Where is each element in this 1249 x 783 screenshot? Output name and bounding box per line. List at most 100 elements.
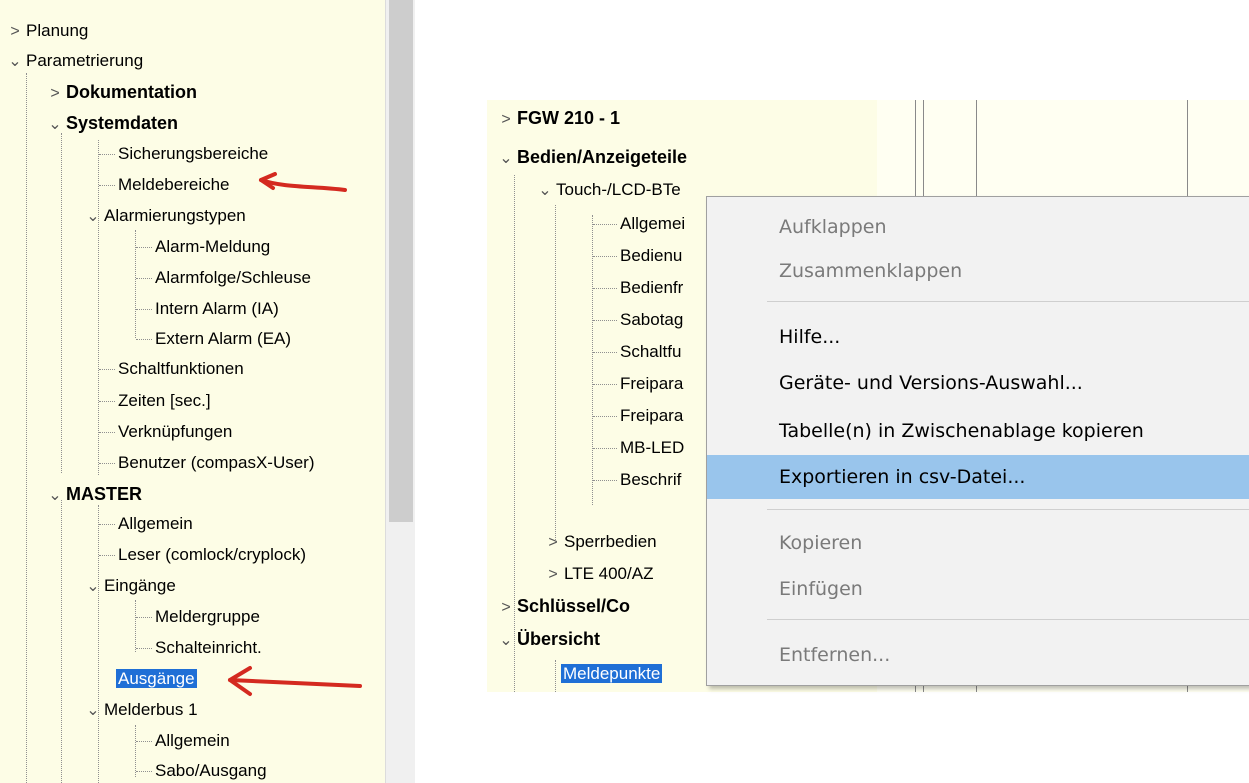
menu-item-tabelle-kopieren[interactable]: Tabelle(n) in Zwischenablage kopieren	[707, 409, 1249, 453]
tree-connector	[593, 416, 617, 417]
chevron-down-icon[interactable]: ⌄	[44, 111, 66, 139]
tree-connector	[593, 320, 617, 321]
tree-connector	[136, 278, 152, 279]
tree-item-fgw-210[interactable]: > FGW 210 - 1	[495, 104, 620, 132]
tree-connector	[99, 401, 115, 402]
tree-guide-line	[98, 140, 99, 475]
tree-item-allgemein[interactable]: Allgemei	[620, 210, 685, 238]
tree-item-meldebereiche[interactable]: Meldebereiche	[118, 171, 230, 199]
tree-connector	[593, 352, 617, 353]
chevron-right-icon[interactable]: >	[44, 80, 66, 108]
tree-connector	[593, 384, 617, 385]
tree-connector	[593, 480, 617, 481]
tree-connector	[593, 256, 617, 257]
tree-connector	[99, 524, 115, 525]
tree-item-melderbus-1[interactable]: ⌄ Melderbus 1	[82, 696, 197, 725]
menu-item-geraete-auswahl[interactable]: Geräte- und Versions-Auswahl...	[707, 361, 1249, 405]
tree-guide-line	[61, 133, 62, 473]
tree-connector	[136, 247, 152, 248]
tree-connector	[99, 463, 115, 464]
tree-item-sabotag[interactable]: Sabotag	[620, 306, 683, 334]
tree-guide-line	[61, 500, 62, 783]
tree-item-verknuepfungen[interactable]: Verknüpfungen	[118, 418, 232, 446]
tree-connector	[99, 154, 115, 155]
tree-item-benutzer[interactable]: Benutzer (compasX-User)	[118, 449, 315, 477]
tree-item-planung[interactable]: > Planung	[4, 17, 88, 45]
chevron-right-icon[interactable]: >	[495, 106, 517, 134]
tree-item-freipara-2[interactable]: Freipara	[620, 402, 683, 430]
tree-connector	[136, 339, 152, 340]
menu-item-zusammenklappen[interactable]: Zusammenklappen	[707, 249, 1249, 293]
tree-item-bedienfr[interactable]: Bedienfr	[620, 274, 683, 302]
menu-separator	[767, 619, 1249, 620]
chevron-right-icon[interactable]: >	[542, 561, 564, 589]
tree-item-sicherungsbereiche[interactable]: Sicherungsbereiche	[118, 140, 268, 168]
annotation-arrow-icon	[259, 172, 347, 192]
tree-item-intern-alarm[interactable]: Intern Alarm (IA)	[155, 295, 279, 323]
scrollbar-thumb[interactable]	[389, 0, 413, 522]
menu-item-entfernen[interactable]: Entfernen...	[707, 633, 1249, 677]
menu-item-einfuegen[interactable]: Einfügen	[707, 567, 1249, 611]
tree-item-alarm-meldung[interactable]: Alarm-Meldung	[155, 233, 270, 261]
menu-item-exportieren-csv[interactable]: Exportieren in csv-Datei...	[707, 455, 1249, 499]
tree-connector	[99, 185, 115, 186]
chevron-down-icon[interactable]: ⌄	[82, 203, 104, 231]
tree-item-meldergruppe[interactable]: Meldergruppe	[155, 603, 260, 631]
chevron-right-icon[interactable]: >	[4, 18, 26, 46]
tree-item-zeiten[interactable]: Zeiten [sec.]	[118, 387, 211, 415]
tree-item-alarmierungstypen[interactable]: ⌄ Alarmierungstypen	[82, 202, 245, 231]
tree-guide-line	[592, 215, 593, 505]
tree-item-lte-400[interactable]: > LTE 400/AZ	[542, 560, 653, 588]
tree-item-allgemein[interactable]: Allgemein	[118, 510, 193, 538]
chevron-down-icon[interactable]: ⌄	[44, 482, 66, 510]
tree-item-sperrbedien[interactable]: > Sperrbedien	[542, 528, 656, 557]
tree-item-bedienu[interactable]: Bedienu	[620, 242, 682, 270]
chevron-down-icon[interactable]: ⌄	[495, 145, 517, 173]
tree-item-touch-lcd[interactable]: ⌄ Touch-/LCD-BTe	[534, 176, 680, 205]
tree-item-mb-led[interactable]: MB-LED	[620, 434, 684, 462]
tree-connector	[99, 555, 115, 556]
annotation-arrow-icon	[228, 666, 362, 696]
tree-guide-line	[135, 725, 136, 777]
vertical-scrollbar[interactable]	[385, 0, 415, 783]
tree-connector	[136, 771, 152, 772]
tree-item-bedien-anzeigeteile[interactable]: ⌄ Bedien/Anzeigeteile	[495, 143, 687, 171]
tree-item-parametrierung[interactable]: ⌄ Parametrierung	[4, 47, 143, 75]
tree-guide-line	[26, 73, 27, 783]
tree-item-systemdaten[interactable]: ⌄ Systemdaten	[44, 109, 178, 137]
tree-item-uebersicht[interactable]: ⌄ Übersicht	[495, 625, 600, 653]
tree-item-meldepunkte[interactable]: Meldepunkte	[561, 660, 663, 688]
chevron-down-icon[interactable]: ⌄	[534, 177, 556, 205]
tree-item-freipara[interactable]: Freipara	[620, 370, 683, 398]
tree-item-alarmfolge[interactable]: Alarmfolge/Schleuse	[155, 264, 311, 292]
chevron-right-icon[interactable]: >	[542, 529, 564, 557]
menu-item-aufklappen[interactable]: Aufklappen	[707, 205, 1249, 249]
menu-item-hilfe[interactable]: Hilfe...	[707, 315, 1249, 359]
chevron-down-icon[interactable]: ⌄	[82, 697, 104, 725]
tree-item-schluessel[interactable]: > Schlüssel/Co	[495, 592, 630, 620]
tree-item-beschrif[interactable]: Beschrif	[620, 466, 681, 494]
tree-item-ausgaenge[interactable]: Ausgänge	[116, 665, 197, 693]
tree-connector	[593, 448, 617, 449]
tree-item-schaltfu[interactable]: Schaltfu	[620, 338, 681, 366]
chevron-right-icon[interactable]: >	[495, 594, 517, 622]
tree-connector	[593, 288, 617, 289]
context-menu: Aufklappen Zusammenklappen Hilfe... Gerä…	[706, 196, 1249, 686]
tree-item-sabo-ausgang[interactable]: Sabo/Ausgang	[155, 757, 267, 783]
tree-item-schaltfunktionen[interactable]: Schaltfunktionen	[118, 355, 244, 383]
menu-separator	[767, 509, 1249, 510]
tree-guide-line	[555, 205, 556, 540]
tree-connector	[136, 309, 152, 310]
tree-item-schalteinricht[interactable]: Schalteinricht.	[155, 634, 262, 662]
tree-item-allgemein-2[interactable]: Allgemein	[155, 727, 230, 755]
chevron-down-icon[interactable]: ⌄	[82, 573, 104, 601]
tree-item-dokumentation[interactable]: > Dokumentation	[44, 78, 197, 106]
tree-item-extern-alarm[interactable]: Extern Alarm (EA)	[155, 325, 291, 353]
chevron-down-icon[interactable]: ⌄	[4, 48, 26, 76]
tree-item-leser[interactable]: Leser (comlock/cryplock)	[118, 541, 306, 569]
tree-item-master[interactable]: ⌄ MASTER	[44, 480, 142, 508]
menu-item-kopieren[interactable]: Kopieren	[707, 521, 1249, 565]
tree-connector	[99, 432, 115, 433]
tree-item-eingaenge[interactable]: ⌄ Eingänge	[82, 572, 176, 600]
chevron-down-icon[interactable]: ⌄	[495, 627, 517, 655]
